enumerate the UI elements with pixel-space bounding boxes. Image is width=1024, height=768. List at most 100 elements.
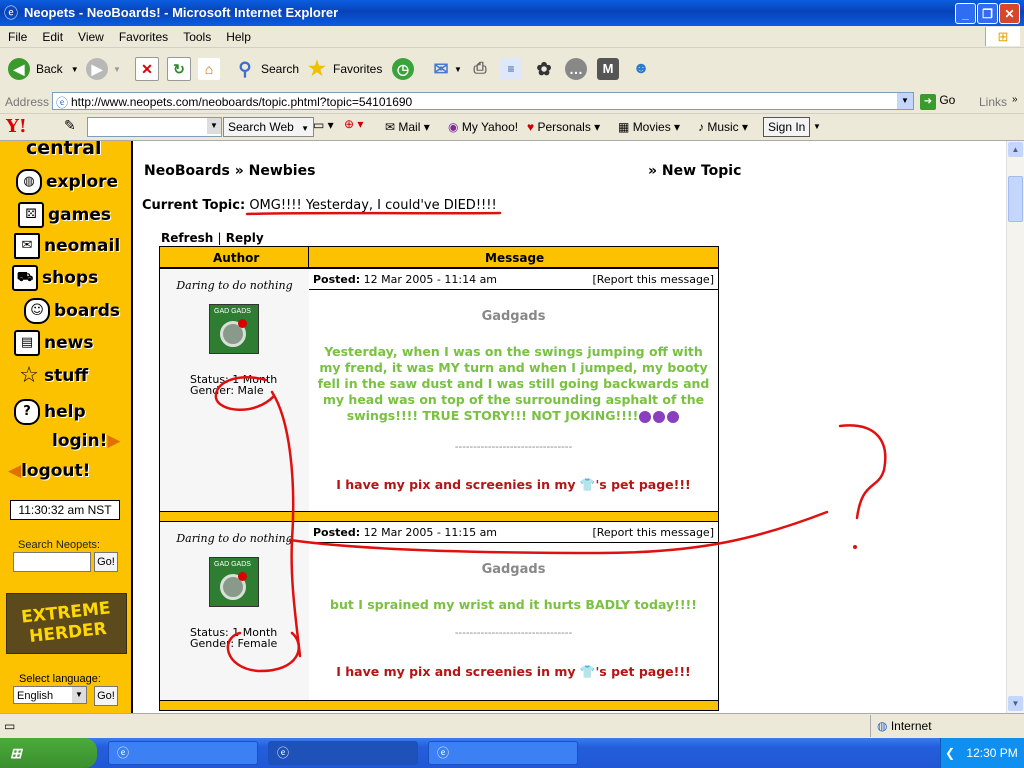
new-topic-link[interactable]: » New Topic	[648, 163, 741, 179]
nav-shops[interactable]: ⛟ shops	[12, 265, 98, 291]
refresh-link[interactable]: Refresh	[161, 231, 213, 245]
avatar[interactable]: GAD GADS	[209, 304, 259, 354]
chevron-down-icon[interactable]: ▼	[897, 93, 913, 109]
go-button[interactable]: ➜ Go	[920, 93, 955, 110]
menu-edit[interactable]: Edit	[34, 26, 70, 44]
taskbar-item[interactable]: ⓔ	[428, 741, 578, 765]
current-topic: Current Topic: OMG!!!! Yesterday, I coul…	[142, 198, 497, 213]
people-icon: ☻	[632, 60, 650, 77]
history-button[interactable]: ◷	[392, 56, 414, 82]
signature: I have my pix and screenies in my 👕's pe…	[309, 477, 718, 493]
messenger-button[interactable]: M	[597, 56, 619, 82]
music-button[interactable]: ♪ Music ▾	[698, 120, 748, 134]
nav-games[interactable]: ⚄ games	[18, 202, 111, 228]
sign-in-button[interactable]: Sign In	[763, 117, 811, 137]
menu-tools[interactable]: Tools	[175, 26, 218, 44]
search-web-button[interactable]: Search Web ▼	[223, 117, 315, 137]
signature-divider: --------------------------------	[454, 627, 573, 639]
question-icon: ?	[14, 399, 40, 425]
flower-button[interactable]: ✿	[533, 56, 555, 82]
taskbar-item-active[interactable]: ⓔ	[268, 741, 418, 765]
reply-link[interactable]: Reply	[226, 231, 264, 245]
taskbar-item[interactable]: ⓔ	[108, 741, 258, 765]
report-link[interactable]: [Report this message]	[592, 273, 714, 286]
window-icon[interactable]: ▭ ▾	[313, 118, 334, 132]
search-neopets-input[interactable]	[13, 552, 91, 572]
nav-stuff[interactable]: ☆ stuff	[18, 365, 88, 387]
nav-boards[interactable]: ☺ boards	[24, 298, 120, 324]
avatar[interactable]: GAD GADS	[209, 557, 259, 607]
start-button[interactable]: ⊞ start	[0, 738, 97, 768]
chevron-right-icon[interactable]: »	[1012, 94, 1018, 105]
posted-label: Posted:	[313, 526, 361, 539]
music-label: Music	[707, 120, 739, 134]
edit-button[interactable]: ≡	[500, 56, 522, 82]
nav-explore[interactable]: ◍ explore	[16, 169, 118, 195]
close-button[interactable]: ✕	[999, 3, 1020, 24]
chevron-left-icon[interactable]: ❮	[945, 746, 955, 760]
nav-login[interactable]: login!▶	[52, 431, 120, 451]
menu-help[interactable]: Help	[218, 26, 258, 44]
windows-logo-icon: ⊞	[985, 27, 1020, 46]
favorites-button[interactable]: ★ Favorites	[306, 56, 382, 82]
yahoo-search-input[interactable]: ▼	[87, 117, 222, 137]
mail-button[interactable]: ✉ ▼	[430, 56, 461, 82]
vertical-scrollbar[interactable]: ▲ ▼	[1006, 141, 1024, 713]
nav-stuff-label: stuff	[44, 366, 89, 386]
shirt-icon[interactable]: 👕	[580, 477, 596, 492]
home-button[interactable]: ⌂	[198, 56, 220, 82]
scroll-down-icon[interactable]: ▼	[1008, 696, 1023, 711]
post-body: but I sprained my wrist and it hurts BAD…	[330, 597, 697, 612]
menu-favorites[interactable]: Favorites	[111, 26, 175, 44]
chevron-down-icon[interactable]: ▼	[813, 122, 821, 131]
yahoo-mail-button[interactable]: ✉ Mail ▾	[385, 120, 430, 134]
nav-news[interactable]: ▤ news	[14, 330, 93, 356]
language-select[interactable]: English ▼	[13, 686, 87, 704]
minimize-button[interactable]: _	[955, 3, 976, 24]
nav-neomail[interactable]: ✉ neomail	[14, 233, 120, 259]
search-web-label: Search Web	[228, 120, 294, 134]
signature-text-end: 's pet page!!!	[595, 477, 691, 492]
author-gender: Gender: Female	[190, 637, 278, 650]
post-username[interactable]: Gadgads	[309, 309, 718, 324]
refresh-button[interactable]: ↻	[167, 56, 191, 82]
pet-central-logo[interactable]: central	[26, 141, 101, 159]
nav-help[interactable]: ? help	[14, 399, 86, 425]
forward-button[interactable]: ▶ ▼	[86, 56, 121, 82]
extreme-herder-banner[interactable]: EXTREME HERDER	[6, 593, 127, 654]
links-label[interactable]: Links	[979, 95, 1007, 109]
mail-label: Mail	[398, 120, 421, 134]
stop-button[interactable]: ✕	[135, 56, 159, 82]
scroll-thumb[interactable]	[1008, 176, 1023, 222]
search-go-button[interactable]: Go!	[94, 552, 118, 572]
discuss-button[interactable]: …	[565, 56, 587, 82]
address-input[interactable]: ⓔ http://www.neopets.com/neoboards/topic…	[52, 92, 914, 110]
msn-button[interactable]: ☻	[630, 56, 652, 82]
signature-text: I have my pix and screenies in my	[336, 477, 576, 492]
dice-icon: ⚄	[18, 202, 44, 228]
post-body: Yesterday, when I was on the swings jump…	[315, 344, 712, 424]
target-icon[interactable]: ⊕ ▾	[344, 117, 363, 131]
yahoo-logo[interactable]: Y!	[6, 116, 27, 137]
scroll-up-icon[interactable]: ▲	[1008, 142, 1023, 157]
personals-button[interactable]: ♥ Personals ▾	[527, 120, 600, 134]
highlighter-icon[interactable]: ✎	[64, 117, 76, 134]
my-yahoo-button[interactable]: ◉ My Yahoo!	[448, 120, 518, 134]
globe-icon: ◍	[877, 719, 888, 733]
back-button[interactable]: ◀ Back ▼	[8, 56, 79, 82]
print-button[interactable]: ⎙	[469, 56, 491, 82]
report-link[interactable]: [Report this message]	[592, 526, 714, 539]
cart-icon: ⛟	[12, 265, 38, 291]
post-username[interactable]: Gadgads	[309, 562, 718, 577]
shirt-icon[interactable]: 👕	[580, 664, 596, 679]
language-go-button[interactable]: Go!	[94, 686, 118, 706]
menu-file[interactable]: File	[0, 26, 34, 44]
search-button[interactable]: ⚲ Search	[234, 56, 299, 82]
breadcrumb[interactable]: NeoBoards » Newbies	[144, 163, 315, 179]
nav-logout[interactable]: ◀logout!	[8, 461, 90, 481]
menu-view[interactable]: View	[70, 26, 111, 44]
movies-button[interactable]: ▦ Movies ▾	[618, 120, 680, 134]
banner-text: EXTREME HERDER	[20, 598, 112, 647]
maximize-button[interactable]: ❐	[977, 3, 998, 24]
nav-neomail-label: neomail	[44, 236, 121, 256]
